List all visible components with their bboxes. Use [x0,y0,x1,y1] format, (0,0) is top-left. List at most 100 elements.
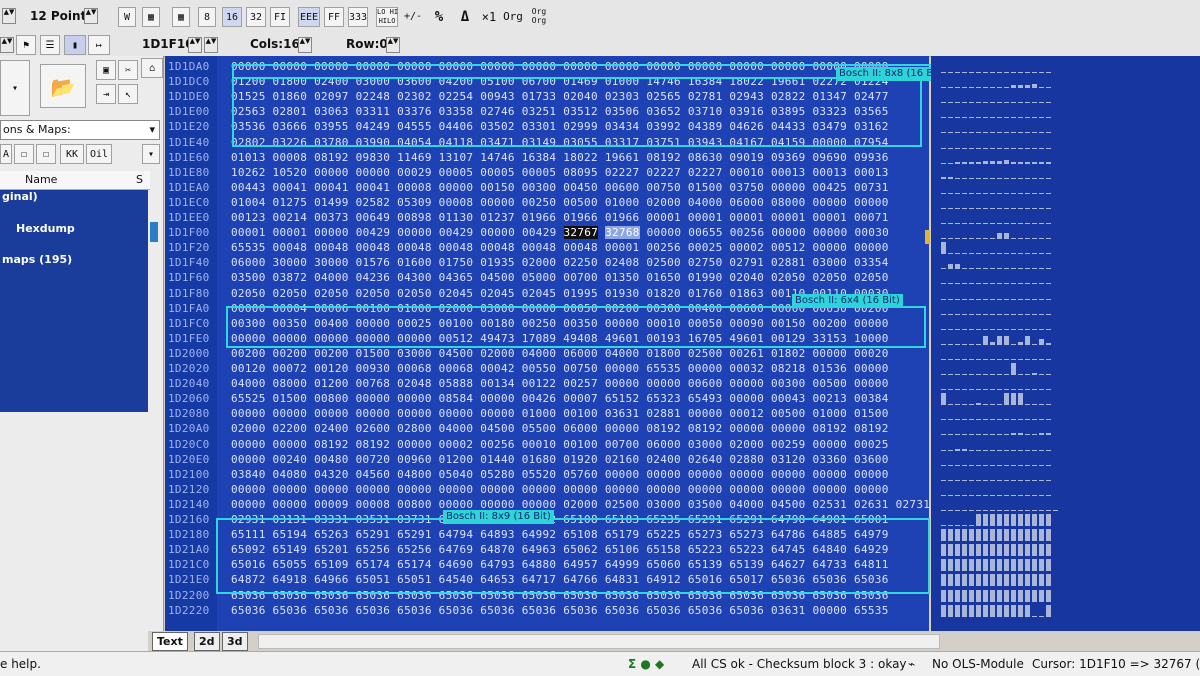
hex-row[interactable]: 65092 65149 65201 65256 65256 64769 6487… [231,543,889,558]
hex-row[interactable]: 03500 03872 04000 04236 04300 04365 0450… [231,271,889,286]
hex-cell[interactable]: 00000 [647,226,682,239]
hex-cell[interactable]: 00000 [397,226,432,239]
home-icon[interactable]: ⌂ [141,58,163,78]
address-value[interactable]: 1D1F10 [142,37,194,51]
spin-icon[interactable]: ▲▼ [0,37,14,53]
hex-row[interactable]: 65036 65036 65036 65036 65036 65036 6503… [231,604,889,619]
delta-button[interactable]: Δ [454,7,476,27]
filter-a-button[interactable]: A [0,144,12,164]
multiply-button[interactable]: ×1 [478,7,500,27]
hex-row[interactable]: 03840 04080 04320 04560 04800 05040 0528… [231,468,889,483]
hex-row[interactable]: 10262 10520 00000 00000 00029 00005 0000… [231,166,889,181]
hex-row[interactable]: 02563 02801 03063 03311 03376 03358 0274… [231,105,889,120]
column-s[interactable]: S [136,173,143,186]
w-icon[interactable]: W [118,7,136,27]
hex-row[interactable]: 00000 00000 00000 00000 00000 00512 4947… [231,332,889,347]
filter-oil-button[interactable]: Oil [86,144,112,164]
hex-row[interactable]: 00300 00350 00400 00000 00025 00100 0018… [231,317,889,332]
list-item[interactable]: ginal) [2,190,38,203]
hex-row[interactable]: 65111 65194 65263 65291 65291 64794 6489… [231,528,889,543]
hex-row[interactable]: 65016 65055 65109 65174 65174 64690 6479… [231,558,889,573]
filter-kk-button[interactable]: KK [60,144,84,164]
org-button[interactable]: Org [500,7,526,27]
hex-cell[interactable]: 00429 [439,226,474,239]
filter-c-button[interactable]: ☐ [36,144,56,164]
view-eee-button[interactable]: EEE [298,7,320,27]
hex-row[interactable]: 00000 00000 00000 00000 00000 00000 0000… [231,407,889,422]
hex-row[interactable]: 00000 00000 00000 00000 00000 00000 0000… [231,60,889,75]
hex-cell[interactable]: 00429 [522,226,557,239]
hex-cell[interactable]: 00655 [688,226,723,239]
hex-row[interactable]: 00120 00072 00120 00930 00068 00068 0004… [231,362,889,377]
lohi-button[interactable]: LO HI HILO [376,7,398,27]
hex-row[interactable]: 00000 00000 08192 08192 00000 00002 0025… [231,438,889,453]
list-item-hexdump[interactable]: Hexdump [16,222,75,235]
hex-row[interactable]: 04000 08000 01200 00768 02048 05888 0013… [231,377,889,392]
hex-row[interactable]: 02050 02050 02050 02050 02050 02045 0204… [231,287,889,302]
map-label-6x4[interactable]: Bosch II: 6x4 (16 Bit) [792,294,903,308]
org-compare-button[interactable]: Org Org [528,7,550,27]
filter-dropdown[interactable]: ons & Maps: ▾ [0,120,160,140]
hex-row[interactable]: 02802 03226 03780 03990 04054 04118 0347… [231,136,889,151]
hex-row[interactable]: 02000 02200 02400 02600 02800 04000 0450… [231,422,889,437]
table-icon[interactable]: ▦ [172,7,190,27]
scroll-marker[interactable] [925,230,930,244]
hex-row[interactable]: 00000 00000 00000 00000 00000 00000 0000… [231,483,889,498]
hex-cell[interactable]: 00001 [231,226,266,239]
list-icon[interactable]: ☰ [40,35,60,55]
tools-icon[interactable]: ✂ [118,60,138,80]
block-32-button[interactable]: 32 [246,7,266,27]
hex-cell[interactable]: 00256 [730,226,765,239]
hex-row[interactable]: 06000 30000 30000 01576 01600 01750 0193… [231,256,889,271]
hex-row[interactable]: 02931 03131 03331 03531 03731 64797 6490… [231,513,889,528]
hex-row[interactable]: 00000 00004 00006 00100 01000 02000 0300… [231,302,889,317]
sign-button[interactable]: +/- [402,7,424,27]
block-16-button[interactable]: 16 [222,7,242,27]
filter-b-button[interactable]: ☐ [14,144,34,164]
hex-cell[interactable]: 00000 [771,226,806,239]
minimap-panel[interactable] [931,56,1200,631]
cols-spinner[interactable]: ▲▼ [298,37,312,53]
hex-row[interactable]: 00200 00200 00200 01500 03000 04500 0200… [231,347,889,362]
spin-up-icon[interactable]: ▲▼ [2,8,16,24]
address-spinner[interactable]: ▲▼ [188,37,202,53]
hex-row[interactable]: 03536 03666 03955 04249 04555 04406 0350… [231,120,889,135]
hex-cell[interactable]: 00000 [813,226,848,239]
hex-row[interactable]: 00443 00041 00041 00041 00008 00000 0015… [231,181,889,196]
map-label-8x9[interactable]: Bosch II: 8x9 (16 Bit) [443,510,554,524]
hex-grid[interactable]: 00000 00000 00000 00000 00000 00000 0000… [217,56,930,631]
view-333-button[interactable]: 333 [348,7,368,27]
hex-row[interactable]: 01004 01275 01499 02582 05309 00008 0000… [231,196,889,211]
hex-cell[interactable]: 32768 [605,226,640,240]
hex-cell[interactable]: 00001 [273,226,308,239]
tab-3d[interactable]: 3d [222,632,248,651]
list-item-maps[interactable]: maps (195) [2,253,72,266]
hex-row[interactable]: 00123 00214 00373 00649 00898 01130 0123… [231,211,889,226]
view-ff-button[interactable]: FF [324,7,344,27]
splitter-handle[interactable] [150,222,158,242]
font-size-spinner[interactable]: ▲▼ [84,8,98,24]
block-8-button[interactable]: 8 [198,7,216,27]
hex-row[interactable]: 01200 01800 02400 03000 03600 04200 0510… [231,75,889,90]
row-spinner[interactable]: ▲▼ [386,37,400,53]
hex-row[interactable]: 01013 00008 08192 09830 11469 13107 1474… [231,151,889,166]
folder-open-icon[interactable]: 📂 [40,64,86,108]
window-icon[interactable]: ▣ [96,60,116,80]
hex-row[interactable]: 64872 64918 64966 65051 65051 64540 6465… [231,573,889,588]
hex-row[interactable]: 00000 00000 00009 00008 00800 00000 0000… [231,498,930,513]
address-spinner-2[interactable]: ▲▼ [204,37,218,53]
export-icon[interactable]: ⇥ [96,84,116,104]
hex-row[interactable]: 00000 00240 00480 00720 00960 01200 0144… [231,453,889,468]
bookmark-icon[interactable]: ⚑ [16,35,36,55]
hex-row[interactable]: 65525 01500 00800 00000 00000 08584 0000… [231,392,889,407]
cursor-cell[interactable]: 32767 [563,226,599,240]
column-name[interactable]: Name [25,173,57,186]
block-icon[interactable]: ▮ [64,35,86,55]
hex-cell[interactable]: 00429 [356,226,391,239]
grid-icon[interactable]: ▦ [142,7,160,27]
horizontal-scrollbar[interactable] [258,634,940,649]
float-button[interactable]: FI [270,7,290,27]
tab-2d[interactable]: 2d [194,632,220,651]
tab-text[interactable]: Text [152,632,188,651]
chevron-down-icon-2[interactable]: ▾ [142,144,160,164]
